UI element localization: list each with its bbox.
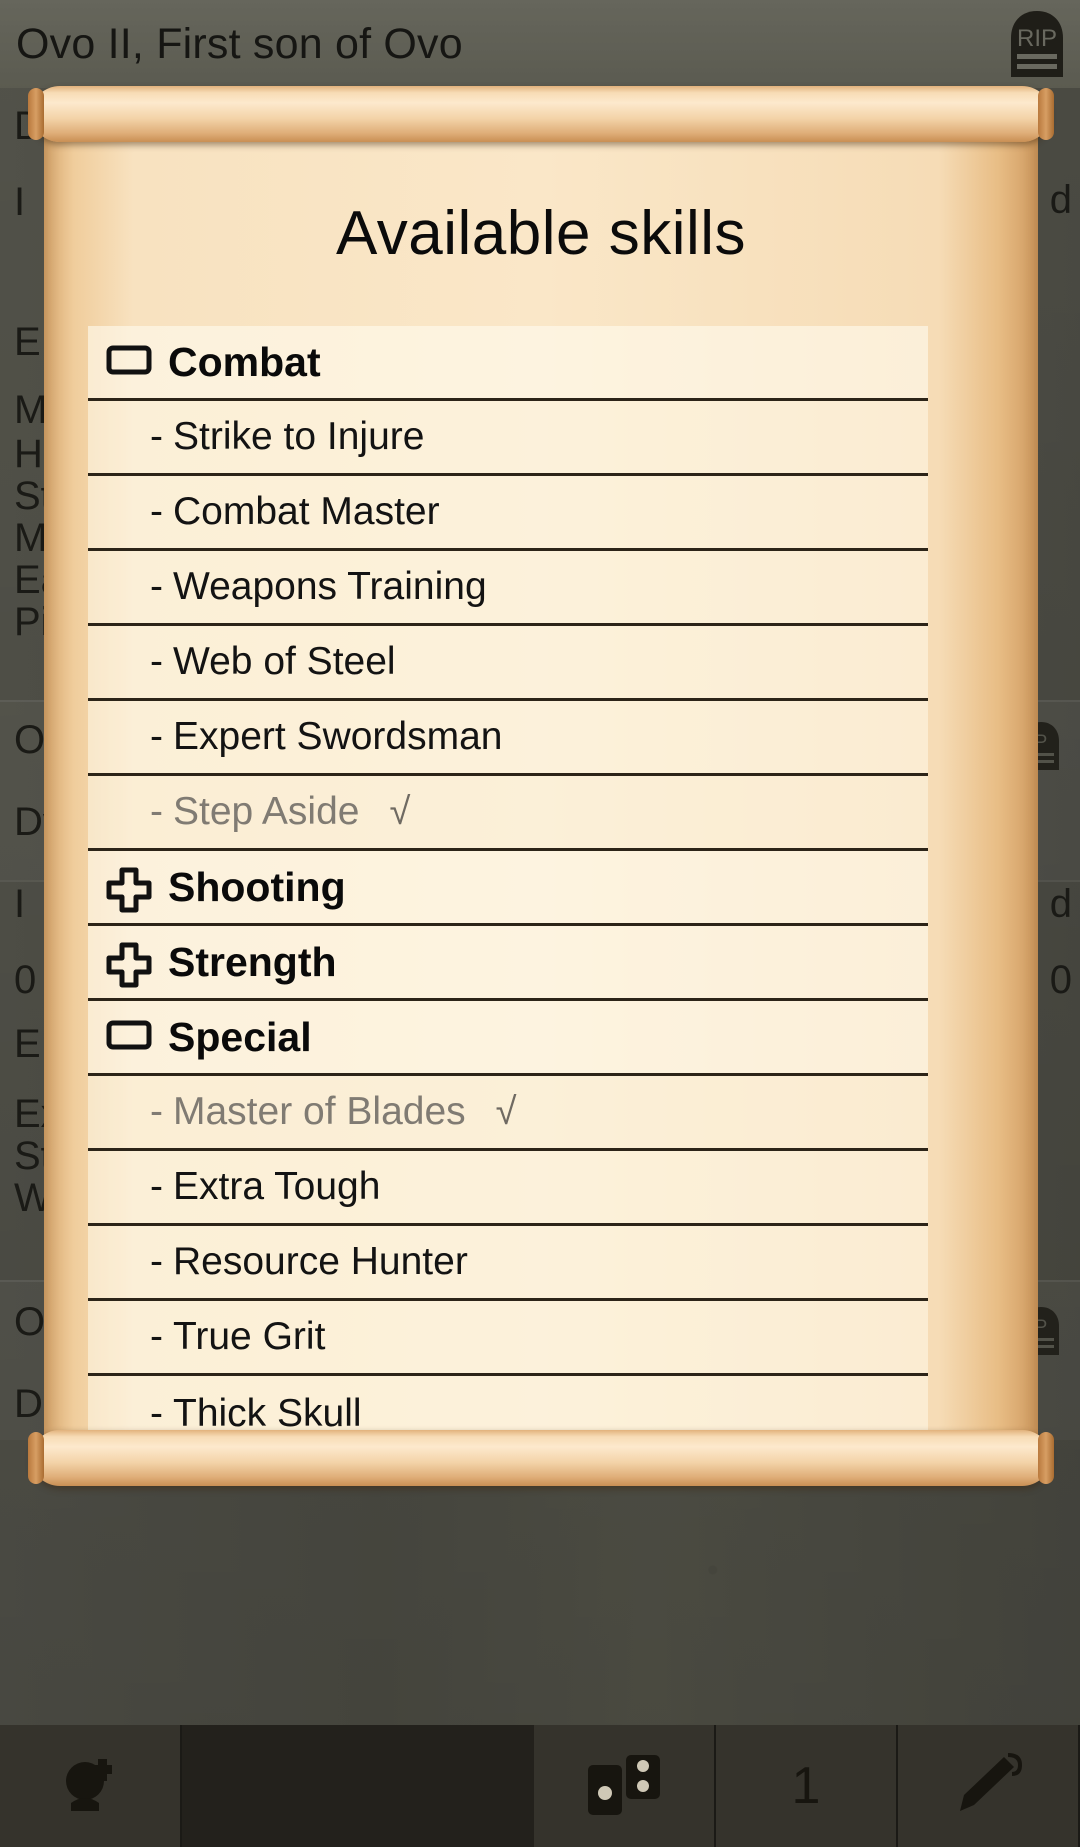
skill-item-bullet: - (150, 1165, 163, 1208)
roller-cap-left (28, 1432, 44, 1484)
skill-item-label: Combat Master (173, 490, 440, 533)
scroll-paper: Available skills Combat - Strike to Injure… (44, 126, 1038, 1456)
skill-item-label: Extra Tough (173, 1165, 381, 1208)
skill-group-row[interactable]: Strength (88, 926, 928, 1001)
edit-pencil-icon (960, 1753, 1023, 1811)
toolbar-button-dice[interactable] (534, 1725, 716, 1847)
toolbar-button-edit[interactable] (898, 1725, 1080, 1847)
skill-item-bullet: - (150, 1391, 163, 1435)
skill-item-bullet: - (150, 565, 163, 608)
skill-group-label: Strength (168, 938, 337, 985)
dialog-title: Available skills (335, 199, 747, 268)
skill-item-label: Step Aside (173, 790, 360, 833)
toolbar-button-character[interactable] (0, 1725, 182, 1847)
skill-item-row[interactable]: - Web of Steel (88, 626, 928, 701)
skill-item-label: Expert Swordsman (173, 715, 503, 758)
skill-item-label: Thick Skull (173, 1391, 362, 1435)
scroll-roller-top (28, 86, 1054, 142)
dice-icon (588, 1755, 660, 1815)
skill-item-row[interactable]: - Combat Master (88, 476, 928, 551)
skill-item-bullet: - (150, 1090, 163, 1133)
skill-group-label: Special (168, 1013, 312, 1060)
skill-item-label: Web of Steel (173, 640, 396, 683)
skill-item-row[interactable]: - Resource Hunter (88, 1226, 928, 1301)
counter-one-label: 1 (791, 1757, 821, 1815)
skill-item-label: Master of Blades (173, 1090, 466, 1133)
skill-item-bullet: - (150, 1240, 163, 1283)
bottom-toolbar: 1 (0, 1725, 1080, 1847)
skill-group-label: Combat (168, 338, 321, 385)
skill-item-row[interactable]: - True Grit (88, 1301, 928, 1376)
roller-cap-left (28, 88, 44, 140)
skill-group-row[interactable]: Special (88, 1001, 928, 1076)
skill-item-row[interactable]: - Step Aside √ (88, 776, 928, 851)
skill-item-row[interactable]: - Extra Tough (88, 1151, 928, 1226)
skill-group-row[interactable]: Combat (88, 326, 928, 401)
check-icon: √ (495, 1090, 517, 1133)
skill-item-row[interactable]: - Master of Blades √ (88, 1076, 928, 1151)
skill-group-label: Shooting (168, 863, 346, 910)
skill-item-label: Weapons Training (173, 565, 487, 608)
skill-item-label: True Grit (173, 1315, 326, 1358)
skill-item-label: Resource Hunter (173, 1240, 468, 1283)
skill-list[interactable]: Combat - Strike to Injure - Combat Master - We… (88, 326, 928, 1451)
roller-cap-right (1038, 88, 1054, 140)
skill-item-row[interactable]: - Expert Swordsman (88, 701, 928, 776)
plus-cross-icon[interactable] (106, 867, 152, 913)
character-icon (66, 1759, 112, 1811)
skill-item-row[interactable]: - Weapons Training (88, 551, 928, 626)
scroll-roller-bottom (28, 1430, 1054, 1486)
check-icon: √ (389, 790, 411, 833)
skill-group-row[interactable]: Shooting (88, 851, 928, 926)
roller-cap-right (1038, 1432, 1054, 1484)
skill-item-bullet: - (150, 415, 163, 458)
skill-item-label: Strike to Injure (173, 415, 425, 458)
skill-item-bullet: - (150, 1315, 163, 1358)
toolbar-spacer (182, 1725, 534, 1847)
app-root: DIEMHStMEaPiODvI0EExStWOD dd0 P P Ovo II… (0, 0, 1080, 1847)
minus-box-icon[interactable] (106, 1017, 152, 1057)
minus-box-icon[interactable] (106, 342, 152, 382)
skill-item-bullet: - (150, 490, 163, 533)
plus-cross-icon[interactable] (106, 942, 152, 988)
skill-item-bullet: - (150, 640, 163, 683)
skill-item-row[interactable]: - Strike to Injure (88, 401, 928, 476)
toolbar-button-counter[interactable]: 1 (716, 1725, 898, 1847)
available-skills-dialog: Available skills Combat - Strike to Injure… (28, 86, 1054, 1486)
skill-item-bullet: - (150, 790, 163, 833)
skill-item-bullet: - (150, 715, 163, 758)
